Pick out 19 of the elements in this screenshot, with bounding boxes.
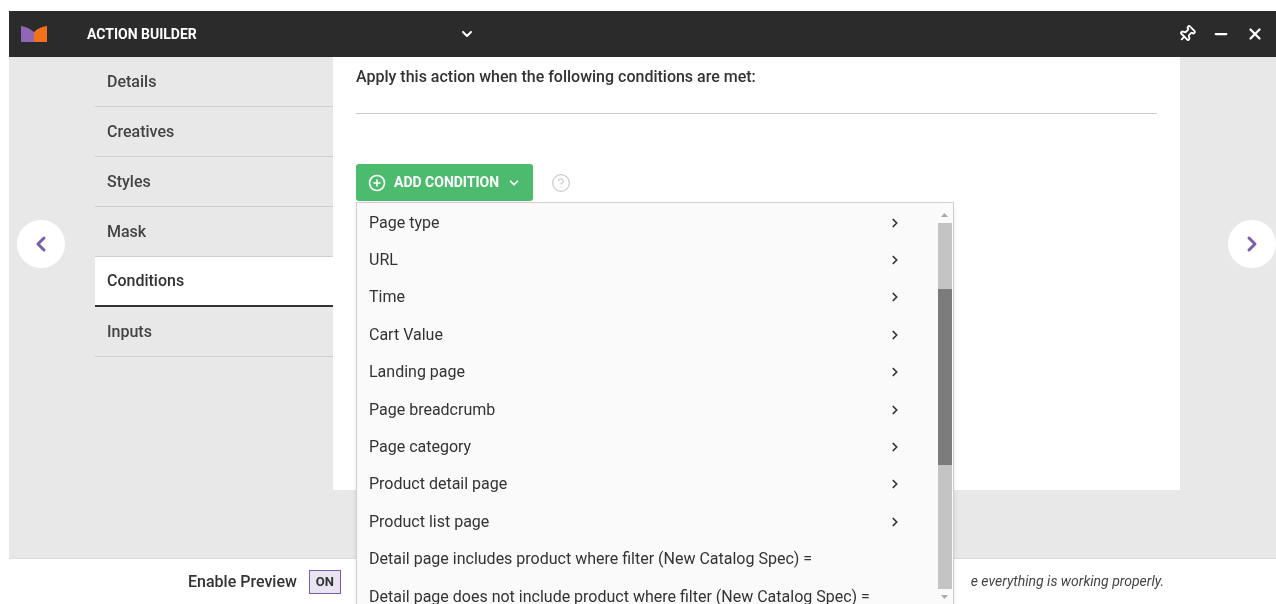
dropdown-item[interactable]: URL — [357, 241, 936, 279]
plus-circle-icon — [368, 173, 386, 192]
dropdown-item[interactable]: Time — [357, 278, 936, 317]
preview-toggle[interactable]: ON — [308, 569, 341, 594]
conditions-heading: Apply this action when the following conditions are met: — [356, 66, 757, 88]
dropdown-item[interactable]: Page breadcrumb — [357, 390, 936, 429]
dropdown-item[interactable]: Page type — [357, 204, 936, 242]
enable-preview-label: Enable Preview — [188, 570, 297, 593]
dropdown-item[interactable]: Page category — [357, 428, 936, 466]
dropdown-item[interactable]: Product list page — [357, 503, 936, 541]
dropdown-item[interactable]: Detail page includes product where filter (New Catalog Spec) = — [357, 540, 936, 578]
close-icon[interactable] — [1246, 25, 1264, 43]
footer-note: e everything is working properly. — [970, 572, 1164, 591]
dropdown-item[interactable]: Landing page — [357, 353, 936, 391]
dropdown-item[interactable]: Product detail page — [357, 465, 936, 504]
sidebar-tab[interactable]: Conditions — [95, 257, 333, 307]
dropdown-item[interactable]: Cart Value — [357, 316, 936, 354]
window-title: ACTION BUILDER — [87, 24, 197, 44]
logo-icon — [21, 26, 47, 42]
